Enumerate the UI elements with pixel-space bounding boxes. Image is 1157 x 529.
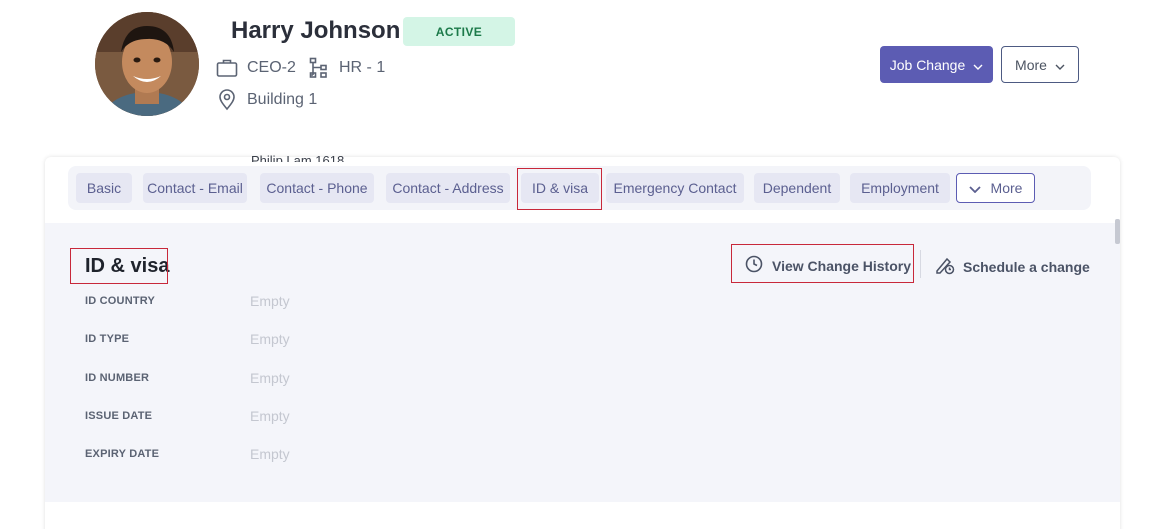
field-value-id-number[interactable]: Empty <box>250 370 290 386</box>
section-title: ID & visa <box>85 255 170 277</box>
field-value-id-country[interactable]: Empty <box>250 293 290 309</box>
role-label: CEO-2 <box>247 59 296 76</box>
view-change-history-button[interactable]: View Change History <box>745 255 911 276</box>
field-value-expiry-date[interactable]: Empty <box>250 446 290 462</box>
divider <box>920 250 921 278</box>
department-info: HR - 1 <box>309 56 385 80</box>
field-value-issue-date[interactable]: Empty <box>250 408 290 424</box>
employee-name: Harry Johnson <box>231 17 401 44</box>
scrollbar[interactable] <box>1115 219 1120 244</box>
field-label-id-number: ID NUMBER <box>85 372 150 384</box>
org-chart-icon <box>309 57 329 79</box>
tab-contact-phone[interactable]: Contact - Phone <box>260 173 374 203</box>
clock-icon <box>745 255 763 276</box>
tab-emergency-contact[interactable]: Emergency Contact <box>606 173 744 203</box>
tab-employment[interactable]: Employment <box>850 173 950 203</box>
tab-dependent[interactable]: Dependent <box>754 173 840 203</box>
chevron-down-icon <box>1055 57 1065 73</box>
field-value-id-type[interactable]: Empty <box>250 331 290 347</box>
field-label-expiry-date: EXPIRY DATE <box>85 448 160 460</box>
status-badge: ACTIVE <box>403 17 515 46</box>
chevron-down-icon <box>973 57 983 73</box>
avatar <box>95 12 199 116</box>
tab-contact-address[interactable]: Contact - Address <box>386 173 510 203</box>
clipped-scroll-text: Philip Lam 1618 <box>251 154 345 162</box>
field-label-id-country: ID COUNTRY <box>85 295 156 307</box>
tab-id-visa[interactable]: ID & visa <box>521 173 599 203</box>
tabs-more-button[interactable]: More <box>956 173 1035 203</box>
field-label-issue-date: ISSUE DATE <box>85 410 153 422</box>
pencil-clock-icon <box>935 255 955 278</box>
tab-basic[interactable]: Basic <box>76 173 132 203</box>
tab-contact-email[interactable]: Contact - Email <box>143 173 247 203</box>
map-pin-icon <box>216 89 238 111</box>
location-label: Building 1 <box>247 91 318 108</box>
schedule-change-button[interactable]: Schedule a change <box>935 255 1090 278</box>
profile-card: Basic Contact - Email Contact - Phone Co… <box>45 157 1120 529</box>
field-label-id-type: ID TYPE <box>85 333 130 345</box>
briefcase-icon <box>216 58 238 78</box>
job-change-button[interactable]: Job Change <box>880 46 993 83</box>
department-label: HR - 1 <box>339 59 386 76</box>
location-info: Building 1 <box>216 88 317 112</box>
chevron-down-icon <box>968 180 981 196</box>
role-info: CEO-2 <box>216 56 296 80</box>
more-actions-button[interactable]: More <box>1001 46 1079 83</box>
